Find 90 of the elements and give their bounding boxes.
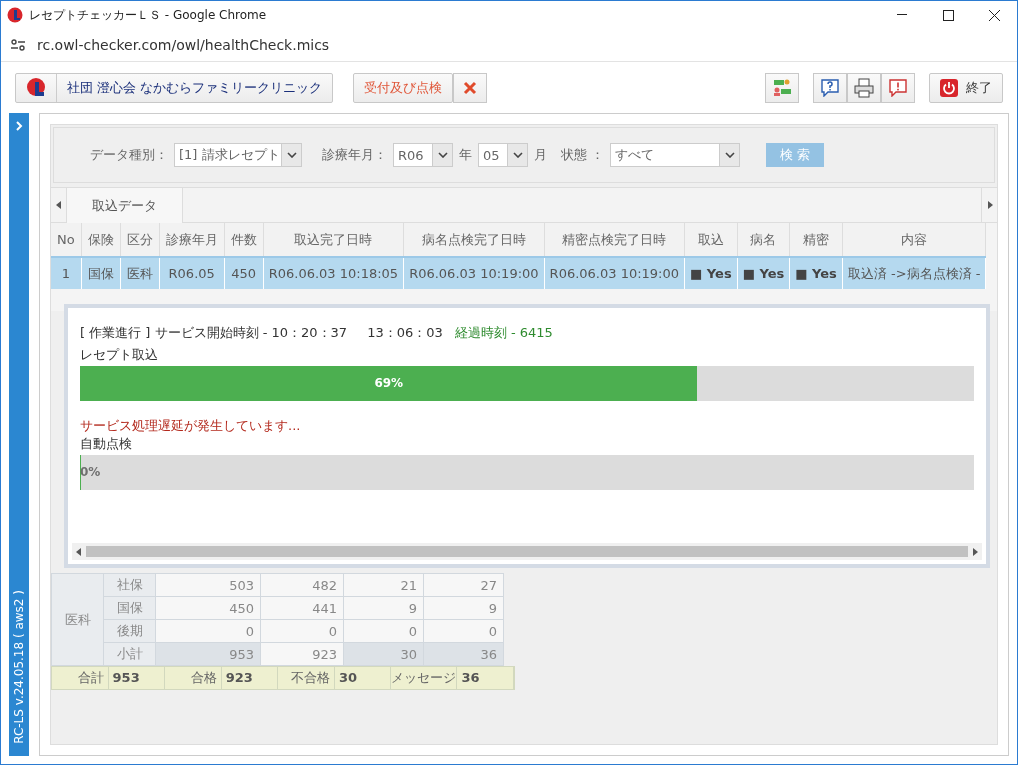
table-cell: 医科	[120, 257, 160, 289]
elapsed-text: 経過時刻 - 6415	[454, 324, 553, 342]
month-unit: 月	[534, 146, 547, 164]
data-type-select[interactable]: [1] 請求レセプト	[174, 143, 302, 167]
exit-button[interactable]: 終了	[929, 72, 1003, 103]
task-label: レセプト取込	[80, 346, 159, 364]
column-header: 病名	[737, 223, 790, 257]
horizontal-scrollbar[interactable]	[72, 543, 982, 560]
total-value: 30	[334, 667, 392, 689]
table-cell: ■ Yes	[737, 257, 790, 289]
left-arrow-icon	[76, 547, 82, 556]
right-arrow-icon	[972, 547, 978, 556]
column-header: 区分	[120, 223, 160, 257]
year-unit: 年	[459, 146, 472, 164]
table-cell: 医科	[51, 573, 104, 666]
table-row[interactable]: 1 国保 医科 R06.05 450 R06.06.03 10:18:05 R06.06.03 10:19:00 R06.06.03 10:19:00 ■ Yes ■ Yes ■ Yes 取込済 ->病名点検済 -	[51, 257, 986, 289]
table-cell: 21	[343, 573, 424, 597]
month-label: 診療年月：	[322, 146, 387, 164]
column-header: 取込	[684, 223, 738, 257]
report-button[interactable]	[881, 72, 915, 103]
total-label: 合格	[165, 667, 222, 689]
table-cell: ■ Yes	[789, 257, 843, 289]
window-title: レセプトチェッカーＬＳ - Google Chrome	[29, 6, 268, 24]
left-arrow-icon	[55, 201, 62, 209]
column-header: 内容	[842, 223, 986, 257]
table-cell: 取込済 ->病名点検済 -	[842, 257, 986, 289]
cancel-button[interactable]	[453, 72, 488, 103]
address-text[interactable]: rc.owl-checker.com/owl/healthCheck.mics	[37, 37, 330, 53]
help-icon	[821, 78, 839, 97]
clock-text: 13：06：03	[367, 324, 443, 342]
table-cell: R06.06.03 10:19:00	[403, 257, 545, 289]
column-header: 保険	[81, 223, 121, 257]
table-cell: ■ Yes	[684, 257, 738, 289]
reception-button[interactable]: 受付及び点検	[353, 72, 454, 103]
caret-icon	[512, 152, 523, 158]
warning-text: サービス処理遅延が発生しています...	[80, 417, 302, 435]
total-value: 953	[108, 667, 166, 689]
total-value: 923	[221, 667, 279, 689]
column-header: No	[51, 223, 82, 257]
caret-icon	[286, 152, 297, 158]
progress-percent: 69%	[374, 375, 404, 392]
data-type-label: データ種別：	[90, 146, 168, 164]
column-header: 件数	[224, 223, 264, 257]
power-icon	[940, 78, 958, 97]
clinic-name: 社団 澄心会 なかむらファミリークリニック	[56, 73, 323, 102]
table-cell: 27	[423, 573, 504, 597]
total-value: 36	[457, 667, 515, 689]
tab[interactable]: 取込データ	[67, 188, 183, 223]
table-cell: R06.06.03 10:18:05	[263, 257, 404, 289]
app-logo-icon	[7, 7, 23, 23]
total-label: 合計	[52, 667, 109, 689]
right-arrow-icon	[986, 201, 993, 209]
era-select[interactable]: R06	[393, 143, 453, 167]
print-button[interactable]	[847, 72, 881, 103]
table-cell: R06.06.03 10:19:00	[544, 257, 685, 289]
clinic-button[interactable]: 社団 澄心会 なかむらファミリークリニック	[15, 72, 334, 103]
table-cell: R06.05	[159, 257, 225, 289]
printer-icon	[854, 77, 874, 98]
alert-icon	[889, 78, 907, 97]
table-cell: 1	[51, 257, 82, 289]
month-select[interactable]: 05	[478, 143, 528, 167]
status-label: 状態 ：	[561, 146, 605, 164]
maximize-icon	[942, 9, 954, 21]
table-cell: 450	[224, 257, 264, 289]
site-settings-icon[interactable]	[11, 39, 25, 51]
status-select[interactable]: すべて	[610, 143, 741, 167]
column-header: 精密	[789, 223, 843, 257]
column-header: 病名点検完了日時	[403, 223, 545, 257]
expand-icon[interactable]	[15, 121, 23, 131]
total-label: 不合格	[278, 667, 335, 689]
task-label: 自動点検	[80, 435, 133, 453]
column-header: 精密点検完了日時	[544, 223, 685, 257]
logo-icon	[26, 76, 48, 99]
caret-icon	[724, 152, 735, 158]
table-cell: 国保	[81, 257, 121, 289]
dialog-header: [ 作業進行 ] サービス開始時刻 - 10：20：37	[80, 324, 348, 342]
close-icon	[988, 9, 1000, 21]
table-cell: 社保	[103, 573, 156, 597]
table-cell: 503	[155, 573, 261, 597]
column-header: 取込完了日時	[263, 223, 404, 257]
user-list-icon	[772, 77, 792, 98]
column-header: 診療年月	[159, 223, 225, 257]
close-icon	[463, 80, 478, 95]
total-label: メッセージ	[391, 667, 458, 689]
user-list-button[interactable]	[765, 72, 799, 103]
minimize-icon	[897, 14, 907, 16]
help-button[interactable]	[813, 72, 847, 103]
version-text: RC-LS v.24.05.18 ( aws2 )	[12, 590, 26, 744]
table-cell: 482	[260, 573, 344, 597]
caret-icon	[437, 152, 448, 158]
